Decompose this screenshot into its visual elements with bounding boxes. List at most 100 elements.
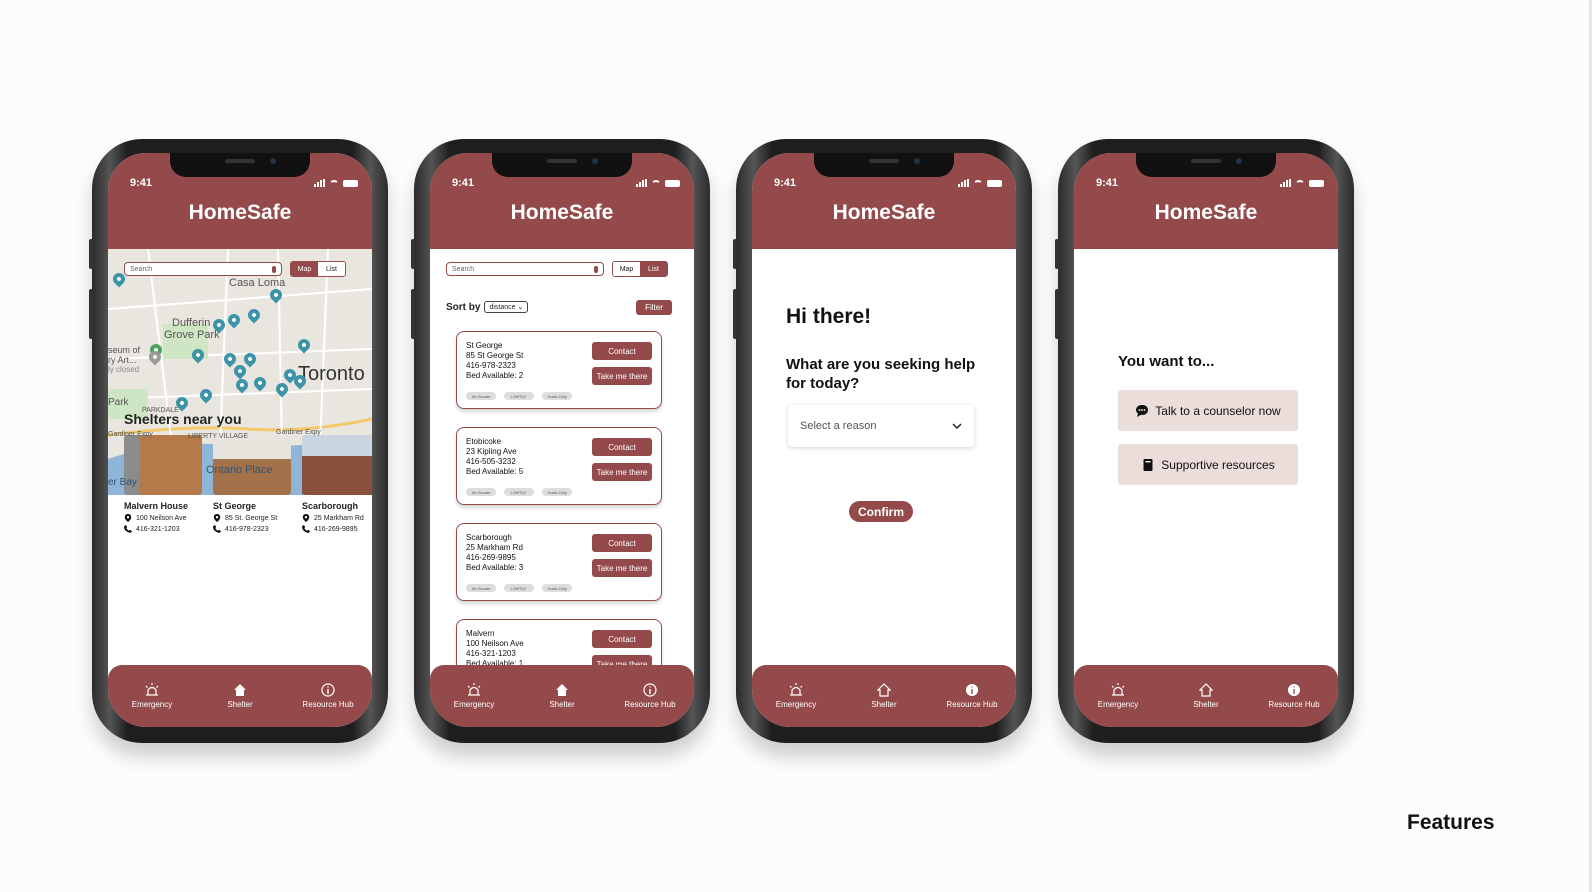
- talk-counselor-button[interactable]: Talk to a counselor now: [1118, 390, 1298, 431]
- tag-lgbtq: LGBTQ+: [504, 584, 534, 592]
- tab-label: Resource Hub: [946, 700, 998, 709]
- shelter-name: Malvern: [466, 629, 495, 638]
- shelter-list-card[interactable]: Scarborough 25 Markham Rd 416-269-9895 B…: [456, 523, 662, 601]
- info-icon: [321, 683, 335, 697]
- siren-icon: [467, 683, 481, 696]
- resource-screen: 9:41 HomeSafe You want to... Talk to a c…: [1074, 153, 1338, 727]
- tab-emergency[interactable]: Emergency: [756, 683, 836, 709]
- tab-shelter[interactable]: Shelter: [844, 683, 924, 709]
- shelter-name: St George: [213, 501, 257, 511]
- tab-resource-hub[interactable]: Resource Hub: [288, 683, 368, 709]
- supportive-resources-button[interactable]: Supportive resources: [1118, 444, 1298, 485]
- take-me-there-button[interactable]: Take me there: [592, 463, 652, 481]
- siren-icon: [1111, 683, 1125, 696]
- shelter-home-icon: [234, 684, 246, 696]
- contact-button[interactable]: Contact: [592, 534, 652, 552]
- map-label: Toronto: [298, 363, 365, 385]
- status-icons: [636, 179, 680, 187]
- map-label: seum of: [108, 345, 141, 355]
- contact-button[interactable]: Contact: [592, 630, 652, 648]
- tab-label: Emergency: [453, 700, 495, 709]
- wifi-icon: [329, 179, 339, 187]
- filter-button[interactable]: Filter: [636, 300, 672, 315]
- shelter-beds: Bed Available: 5: [466, 467, 524, 476]
- map-toggle-button[interactable]: Map: [613, 262, 640, 276]
- sort-row: Sort by distance ⌄: [446, 301, 529, 313]
- shelter-cards: Malvern House 100 Neilson Ave 416-321-12…: [124, 435, 372, 533]
- confirm-button[interactable]: Confirm: [849, 501, 913, 522]
- tab-shelter[interactable]: Shelter: [200, 683, 280, 709]
- phone-icon: [124, 525, 132, 533]
- contact-button[interactable]: Contact: [592, 342, 652, 360]
- shelter-address-row: 100 Neilson Ave: [124, 514, 202, 522]
- chat-bubble-icon: [1136, 404, 1149, 417]
- take-me-there-button[interactable]: Take me there: [592, 559, 652, 577]
- tab-emergency[interactable]: Emergency: [112, 683, 192, 709]
- shelter-tags: All Gender LGBTQ+ Youth-Only: [466, 584, 572, 592]
- status-time: 9:41: [774, 177, 797, 189]
- features-label: Features: [1407, 811, 1495, 834]
- map-label: Casa Loma: [229, 277, 286, 289]
- shelter-phone-row: 416-269-9895: [302, 525, 372, 533]
- tag-all-gender: All Gender: [466, 584, 496, 592]
- info-icon: [643, 683, 657, 697]
- tab-resource-hub[interactable]: Resource Hub: [610, 683, 690, 709]
- shelter-list-card[interactable]: Etobicoke 23 Kipling Ave 416-505-3232 Be…: [456, 427, 662, 505]
- map-label: er Bay: [108, 477, 137, 488]
- tag-all-gender: All Gender: [466, 488, 496, 496]
- list-toggle-button[interactable]: List: [318, 262, 345, 276]
- tab-label: Emergency: [1097, 700, 1139, 709]
- siren-icon: [145, 683, 159, 696]
- map-toggle-button[interactable]: Map: [291, 262, 318, 276]
- help-screen: 9:41 HomeSafe Hi there! What are you see…: [752, 153, 1016, 727]
- mic-icon[interactable]: [594, 265, 598, 273]
- view-toggle: Map List: [612, 261, 668, 277]
- status-icons: [314, 179, 358, 187]
- phone-icon: [302, 525, 310, 533]
- shelter-tags: All Gender LGBTQ+ Youth-Only: [466, 488, 572, 496]
- shelter-address: 85 St George St: [466, 351, 524, 360]
- list-toggle-button[interactable]: List: [640, 262, 667, 276]
- notch: [492, 153, 632, 177]
- reason-select[interactable]: Select a reason: [788, 405, 974, 447]
- shelter-address: 23 Kipling Ave: [466, 447, 517, 456]
- take-me-there-button[interactable]: Take me there: [592, 367, 652, 385]
- help-question: What are you seeking help for today?: [786, 356, 976, 392]
- book-icon: [1143, 458, 1153, 471]
- search-input[interactable]: Search: [446, 262, 604, 276]
- shelter-card[interactable]: Scarborough 25 Markham Rd 416-269-9895: [302, 435, 372, 533]
- status-time: 9:41: [130, 177, 153, 189]
- shelter-phone: 416-321-1203: [136, 525, 180, 533]
- tag-youth-only: Youth-Only: [542, 392, 572, 400]
- shelter-card[interactable]: St George 85 St. George St 416-978-2323: [213, 435, 291, 533]
- mic-icon[interactable]: [272, 265, 276, 273]
- tab-shelter[interactable]: Shelter: [522, 683, 602, 709]
- contact-button[interactable]: Contact: [592, 438, 652, 456]
- shelter-beds: Bed Available: 2: [466, 371, 524, 380]
- search-input[interactable]: Search: [124, 262, 282, 276]
- signal-icon: [1280, 179, 1291, 187]
- tab-label: Resource Hub: [624, 700, 676, 709]
- sort-select[interactable]: distance ⌄: [484, 301, 529, 313]
- shelter-name: Malvern House: [124, 501, 189, 511]
- shelter-list-card[interactable]: St George 85 St George St 416-978-2323 B…: [456, 331, 662, 409]
- map-label: Gardiner Expy: [108, 431, 153, 438]
- shelter-phone: 416-978-2323: [466, 361, 516, 370]
- status-time: 9:41: [1096, 177, 1119, 189]
- chevron-down-icon: ⌄: [517, 304, 524, 311]
- tab-label: Emergency: [775, 700, 817, 709]
- tab-resource-hub[interactable]: Resource Hub: [1254, 683, 1334, 709]
- signal-icon: [636, 179, 647, 187]
- siren-icon: [789, 683, 803, 696]
- tab-resource-hub[interactable]: Resource Hub: [932, 683, 1012, 709]
- shelter-home-icon: [1199, 683, 1213, 697]
- status-icons: [1280, 179, 1324, 187]
- tab-label: Shelter: [1193, 700, 1219, 709]
- tab-emergency[interactable]: Emergency: [1078, 683, 1158, 709]
- tab-shelter[interactable]: Shelter: [1166, 683, 1246, 709]
- map-label: Park: [108, 397, 129, 408]
- shelter-address: 25 Markham Rd: [314, 514, 364, 522]
- shelter-address: 100 Neilson Ave: [136, 514, 187, 522]
- view-toggle: Map List: [290, 261, 346, 277]
- tab-emergency[interactable]: Emergency: [434, 683, 514, 709]
